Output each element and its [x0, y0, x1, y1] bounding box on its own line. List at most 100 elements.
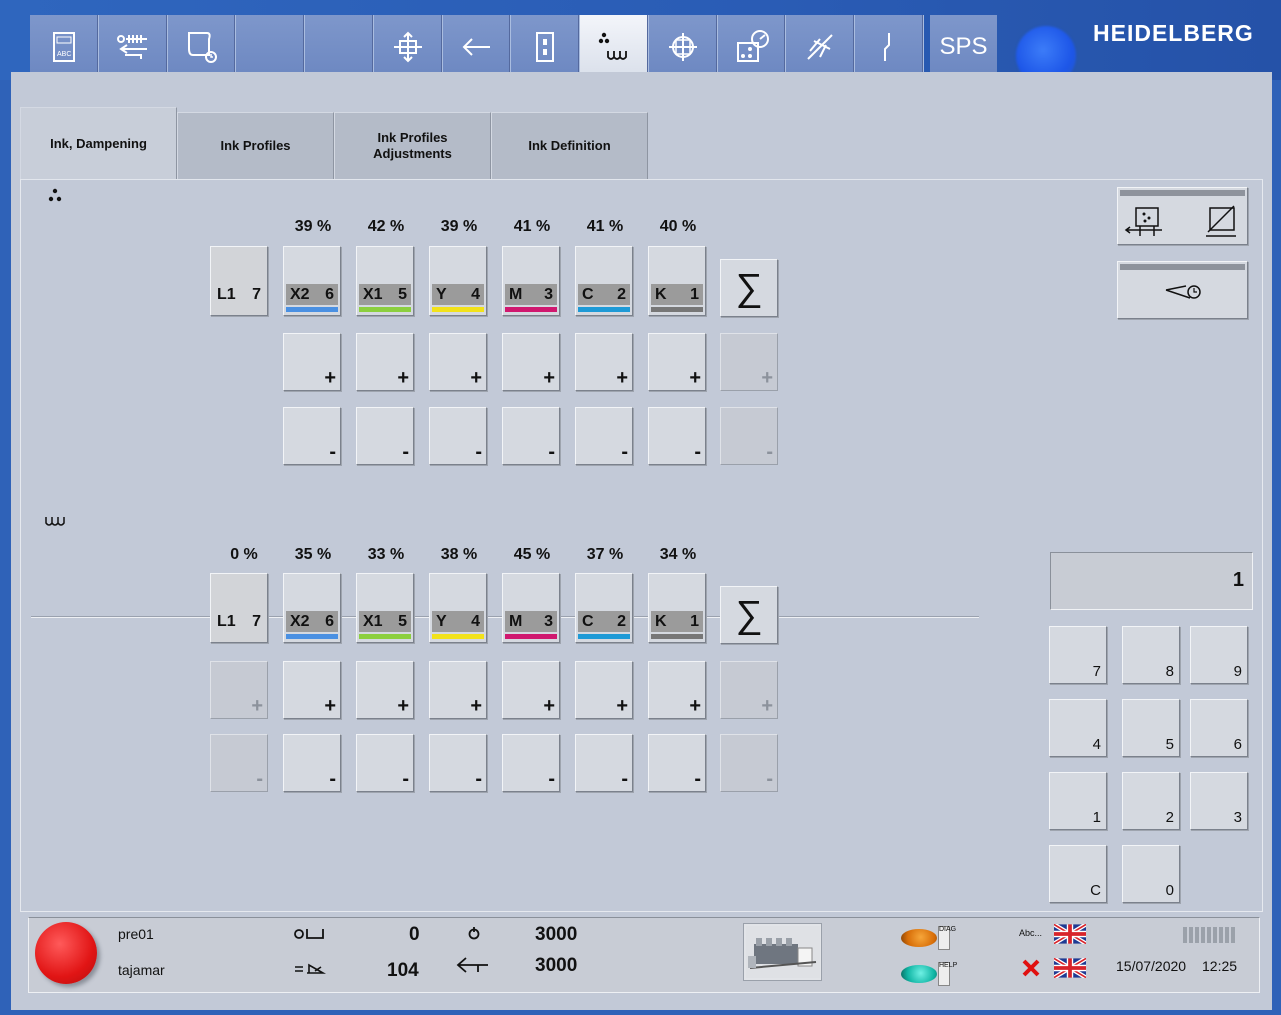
unit-label: L1 7 — [213, 611, 265, 632]
tool-press-settings[interactable] — [718, 15, 787, 79]
minus-glyph: - — [548, 441, 555, 463]
keypad-key[interactable]: 7 — [1049, 626, 1107, 684]
unit-percentage: 38 % — [440, 546, 478, 563]
decrease-button[interactable]: - — [429, 407, 487, 465]
tool-register[interactable] — [374, 15, 443, 79]
tool-job-scroll[interactable] — [168, 15, 237, 79]
decrease-button[interactable]: - — [575, 407, 633, 465]
decrease-button[interactable]: - — [502, 734, 560, 792]
decrease-button[interactable]: - — [283, 734, 341, 792]
keypad-key[interactable]: 6 — [1190, 699, 1248, 757]
increase-button[interactable]: + — [648, 333, 706, 391]
decrease-button[interactable]: - — [502, 407, 560, 465]
unit-button[interactable]: X2 6 — [283, 573, 341, 643]
unit-letter: K — [655, 285, 667, 303]
tab-ink-profiles[interactable]: Ink Profiles — [177, 112, 334, 180]
increase-button[interactable]: + — [283, 661, 341, 719]
tab-ink-definition[interactable]: Ink Definition — [491, 112, 648, 180]
increase-all-button[interactable]: + — [720, 333, 778, 391]
tool-crosshair[interactable] — [649, 15, 718, 79]
button-bar — [1120, 190, 1245, 196]
decrease-all-button[interactable]: - — [720, 407, 778, 465]
plus-glyph: + — [543, 695, 555, 717]
feeder-arrow-icon — [463, 38, 491, 56]
decrease-button[interactable]: - — [283, 407, 341, 465]
keypad-key[interactable]: 5 — [1122, 699, 1180, 757]
press-overview-button[interactable] — [743, 923, 822, 981]
keypad-key[interactable]: 2 — [1122, 772, 1180, 830]
increase-button[interactable]: + — [429, 333, 487, 391]
decrease-button[interactable]: - — [429, 734, 487, 792]
decrease-button[interactable]: - — [356, 407, 414, 465]
keypad-key[interactable]: C — [1049, 845, 1107, 903]
keypad-key[interactable]: 9 — [1190, 626, 1248, 684]
keypad-key[interactable]: 3 — [1190, 772, 1248, 830]
unit-button[interactable]: K1 — [648, 573, 706, 643]
help-lamp-button[interactable]: HELP — [899, 962, 957, 986]
unit-color-stripe — [286, 307, 338, 312]
tool-cut[interactable] — [855, 15, 924, 79]
increase-button[interactable]: + — [356, 661, 414, 719]
tab-ink-dampening[interactable]: Ink, Dampening — [20, 107, 177, 180]
tool-empty-1[interactable] — [236, 15, 306, 79]
decrease-button[interactable]: - — [575, 734, 633, 792]
decrease-button[interactable]: - — [648, 407, 706, 465]
unit-button[interactable]: X1 5 — [356, 246, 414, 316]
keypad-key[interactable]: 8 — [1122, 626, 1180, 684]
increase-button[interactable]: + — [648, 661, 706, 719]
ink-fountain-icon — [1124, 205, 1236, 237]
unit-button[interactable]: X1 5 — [356, 573, 414, 643]
unit-button[interactable]: Y4 — [429, 573, 487, 643]
unit-button[interactable]: X2 6 — [283, 246, 341, 316]
increase-button[interactable]: + — [429, 661, 487, 719]
increase-button[interactable]: + — [283, 333, 341, 391]
decrease-button[interactable]: - — [648, 734, 706, 792]
plus-glyph: + — [397, 695, 409, 717]
diag-lamp-button[interactable]: DIAG — [899, 926, 956, 950]
tool-feeder[interactable] — [443, 15, 512, 79]
tool-door[interactable] — [511, 15, 581, 79]
keypad-key[interactable]: 4 — [1049, 699, 1107, 757]
tab-ink-profiles-adjustments[interactable]: Ink Profiles Adjustments — [334, 112, 491, 180]
unit-number: 6 — [325, 612, 334, 630]
decrease-all-button[interactable]: - — [720, 734, 778, 792]
decrease-button[interactable]: - — [356, 734, 414, 792]
unit-button[interactable]: C2 — [575, 573, 633, 643]
key-label: 8 — [1165, 663, 1174, 680]
ink-fountain-button[interactable] — [1117, 187, 1248, 245]
unit-button-l1[interactable]: L1 7 — [210, 573, 268, 643]
uk-flag-icon[interactable] — [1054, 924, 1086, 944]
unit-button[interactable]: M3 — [502, 573, 560, 643]
increase-button[interactable]: + — [210, 661, 268, 719]
sum-all-button[interactable]: ∑ — [720, 586, 778, 644]
unit-button-l1[interactable]: L1 7 — [210, 246, 268, 316]
sps-button[interactable]: SPS — [930, 15, 997, 79]
increase-button[interactable]: + — [575, 661, 633, 719]
tool-ink-abc[interactable]: ABC — [30, 15, 99, 79]
unit-button[interactable]: M3 — [502, 246, 560, 316]
unit-button[interactable]: C2 — [575, 246, 633, 316]
close-x-icon[interactable] — [1021, 958, 1041, 978]
decrease-button[interactable]: - — [210, 734, 268, 792]
emergency-stop-button[interactable] — [35, 922, 97, 984]
uk-flag-icon[interactable] — [1054, 958, 1086, 978]
increase-all-button[interactable]: + — [720, 661, 778, 719]
keypad-key[interactable]: 0 — [1122, 845, 1180, 903]
increase-button[interactable]: + — [356, 333, 414, 391]
counter-sheets: 104 — [387, 960, 419, 981]
tool-wash[interactable] — [786, 15, 856, 79]
unit-letter: M — [509, 612, 523, 630]
ink-feed-button[interactable] — [1117, 261, 1248, 319]
tool-empty-2[interactable] — [305, 15, 374, 79]
tool-delivery-transfer[interactable] — [99, 15, 168, 79]
increase-button[interactable]: + — [575, 333, 633, 391]
unit-button[interactable]: Y4 — [429, 246, 487, 316]
tool-ink-dampening[interactable] — [580, 15, 649, 79]
plus-glyph: + — [324, 367, 336, 389]
keypad-key[interactable]: 1 — [1049, 772, 1107, 830]
unit-button[interactable]: K1 — [648, 246, 706, 316]
increase-button[interactable]: + — [502, 661, 560, 719]
diag-bulb — [901, 929, 937, 947]
sum-all-button[interactable]: ∑ — [720, 259, 778, 317]
increase-button[interactable]: + — [502, 333, 560, 391]
